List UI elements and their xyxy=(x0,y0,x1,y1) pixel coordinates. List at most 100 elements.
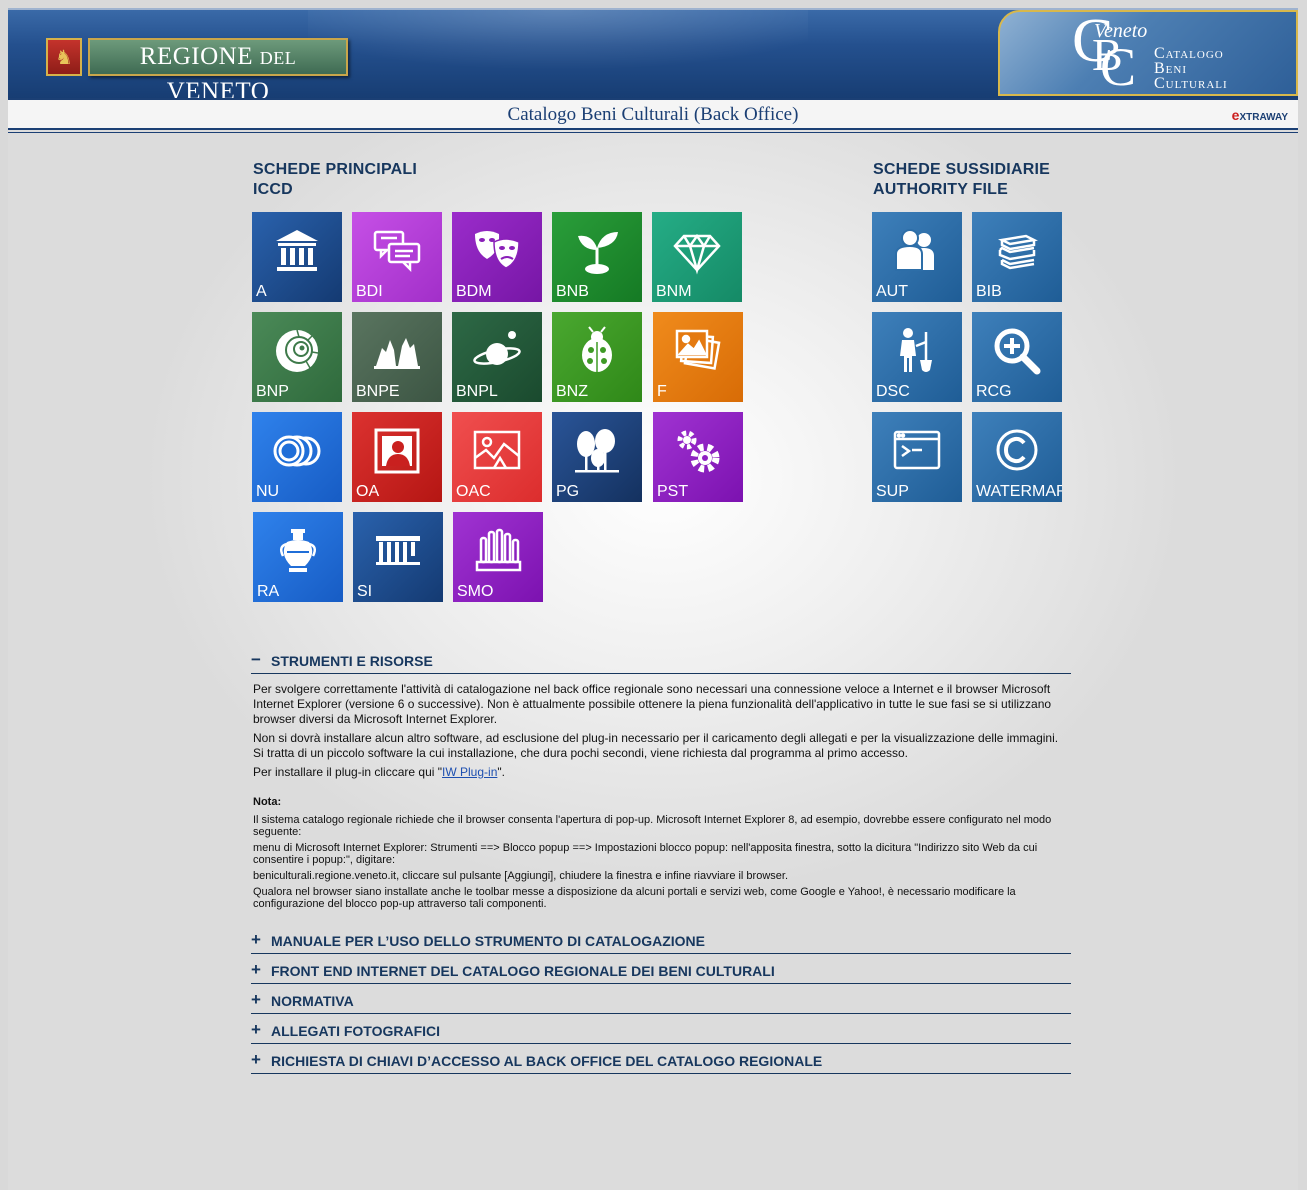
tile-nu[interactable]: NU xyxy=(252,412,342,502)
tile-label: A xyxy=(256,283,267,300)
tile-aut[interactable]: AUT xyxy=(872,212,962,302)
tile-dsc[interactable]: DSC xyxy=(872,312,962,402)
tile-label: BNPE xyxy=(356,383,400,400)
accordion-title: MANUALE PER L’USO DELLO STRUMENTO DI CAT… xyxy=(271,933,705,949)
tile-label: SUP xyxy=(876,483,909,500)
accordion-title: NORMATIVA xyxy=(271,993,354,1009)
tile-bnpl[interactable]: BNPL xyxy=(452,312,542,402)
expand-icon: + xyxy=(251,960,261,979)
regione-word: REGIONE xyxy=(139,43,253,70)
tile-bnm[interactable]: BNM xyxy=(652,212,742,302)
title-bar: Catalogo Beni Culturali (Back Office) eX… xyxy=(8,98,1298,130)
tile-rcg[interactable]: RCG xyxy=(972,312,1062,402)
sussidiarie-title-line2: AUTHORITY FILE xyxy=(873,181,1008,198)
iw-plugin-link[interactable]: IW Plug-in xyxy=(442,765,497,779)
banner-shine xyxy=(308,10,808,98)
expand-icon: + xyxy=(251,1020,261,1039)
principali-title-line2: ICCD xyxy=(253,181,293,198)
title-bar-underline xyxy=(8,132,1298,133)
tile-f[interactable]: F xyxy=(653,312,743,402)
page-frame: ♞ REGIONE DEL VENETO CBC Veneto Catalogo… xyxy=(8,8,1298,1190)
building-icon xyxy=(276,230,318,271)
tile-label: BDI xyxy=(356,283,383,300)
principali-title: SCHEDE PRINCIPALI ICCD xyxy=(253,160,417,200)
trees-icon xyxy=(575,429,619,473)
tile-watermark[interactable]: WATERMARK xyxy=(972,412,1062,502)
tile-label: NU xyxy=(256,483,280,500)
principali-title-line1: SCHEDE PRINCIPALI xyxy=(253,161,418,178)
planet-icon xyxy=(473,331,521,365)
tile-label: PG xyxy=(556,483,580,500)
collapse-icon: − xyxy=(251,650,261,669)
tile-label: OAC xyxy=(456,483,491,500)
regione-plate: REGIONE DEL VENETO xyxy=(88,38,348,105)
tile-label: BIB xyxy=(976,283,1002,300)
regione-veneto-logo[interactable]: ♞ REGIONE DEL VENETO xyxy=(46,38,350,105)
strumenti-content: Per svolgere correttamente l'attività di… xyxy=(253,682,1063,910)
accordion-normativa[interactable]: + NORMATIVA xyxy=(251,991,1071,1014)
organ-icon xyxy=(475,528,522,572)
digger-icon xyxy=(900,328,932,372)
note-text: menu di Microsoft Internet Explorer: Str… xyxy=(253,842,1038,866)
note-block: Nota: Il sistema catalogo regionale rich… xyxy=(253,796,1063,910)
header-banner: ♞ REGIONE DEL VENETO CBC Veneto Catalogo… xyxy=(8,8,1298,105)
page-title: Catalogo Beni Culturali (Back Office) xyxy=(507,104,799,125)
regione-del: DEL xyxy=(259,48,297,68)
tile-label: BNP xyxy=(256,383,289,400)
tile-pst[interactable]: PST xyxy=(653,412,743,502)
copyright-icon xyxy=(996,429,1038,471)
tile-label: BNM xyxy=(656,283,692,300)
diamond-icon xyxy=(673,233,721,275)
tile-bdi[interactable]: BDI xyxy=(352,212,442,302)
tile-sup[interactable]: SUP xyxy=(872,412,962,502)
tile-pg[interactable]: PG xyxy=(552,412,642,502)
tile-oac[interactable]: OAC xyxy=(452,412,542,502)
tile-bnz[interactable]: BNZ xyxy=(552,312,642,402)
tile-label: WATERMARK xyxy=(976,483,1062,500)
tile-label: RA xyxy=(257,583,280,600)
books-icon xyxy=(998,234,1038,270)
photos-icon xyxy=(675,329,721,370)
tile-bnpe[interactable]: BNPE xyxy=(352,312,442,402)
tile-bdm[interactable]: BDM xyxy=(452,212,542,302)
tile-bib[interactable]: BIB xyxy=(972,212,1062,302)
paragraph: Non si dovrà installare alcun altro soft… xyxy=(253,731,1059,760)
tile-bnp[interactable]: BNP xyxy=(252,312,342,402)
magnifier-plus-icon xyxy=(994,328,1041,375)
cbc-line1: Catalogo xyxy=(1154,45,1224,62)
tile-ra[interactable]: RA xyxy=(253,512,343,602)
tile-oa[interactable]: OA xyxy=(352,412,442,502)
tile-label: DSC xyxy=(876,383,910,400)
expand-icon: + xyxy=(251,1050,261,1069)
accordion-allegati[interactable]: + ALLEGATI FOTOGRAFICI xyxy=(251,1021,1071,1044)
tile-smo[interactable]: SMO xyxy=(453,512,543,602)
expand-icon: + xyxy=(251,990,261,1009)
contemporary-art-icon xyxy=(473,430,521,470)
expand-icon: + xyxy=(251,930,261,949)
catalogo-beni-culturali-logo[interactable]: CBC Veneto Catalogo Beni Culturali xyxy=(998,10,1298,96)
paragraph: Per svolgere correttamente l'attività di… xyxy=(253,682,1052,726)
accordion-front-end[interactable]: + FRONT END INTERNET DEL CATALOGO REGION… xyxy=(251,961,1071,984)
tile-bnb[interactable]: BNB xyxy=(552,212,642,302)
lion-crest-icon: ♞ xyxy=(46,38,82,76)
ammonite-icon xyxy=(276,329,319,372)
tile-label: OA xyxy=(356,483,380,500)
sussidiarie-title-line1: SCHEDE SUSSIDIARIE xyxy=(873,161,1050,178)
note-text: Qualora nel browser siano installate anc… xyxy=(253,886,1016,910)
accordion-strumenti[interactable]: − STRUMENTI E RISORSE xyxy=(251,651,1071,674)
tile-label: RCG xyxy=(976,383,1012,400)
tile-label: PST xyxy=(657,483,689,500)
accordion-richiesta-chiavi[interactable]: + RICHIESTA DI CHIAVI D’ACCESSO AL BACK … xyxy=(251,1051,1071,1074)
sprout-icon xyxy=(578,232,618,274)
terminal-icon xyxy=(893,430,941,470)
tile-label: SI xyxy=(357,583,373,600)
tile-si[interactable]: SI xyxy=(353,512,443,602)
tile-a[interactable]: A xyxy=(252,212,342,302)
cbc-line2: Beni xyxy=(1154,60,1187,77)
extraway-logo: eXTRAWAY xyxy=(1232,107,1288,123)
ruins-icon xyxy=(376,536,420,565)
note-title: Nota: xyxy=(253,796,282,808)
accordion-manuale[interactable]: + MANUALE PER L’USO DELLO STRUMENTO DI C… xyxy=(251,931,1071,954)
note-text: Il sistema catalogo regionale richiede c… xyxy=(253,814,1052,838)
theater-masks-icon xyxy=(475,231,520,269)
